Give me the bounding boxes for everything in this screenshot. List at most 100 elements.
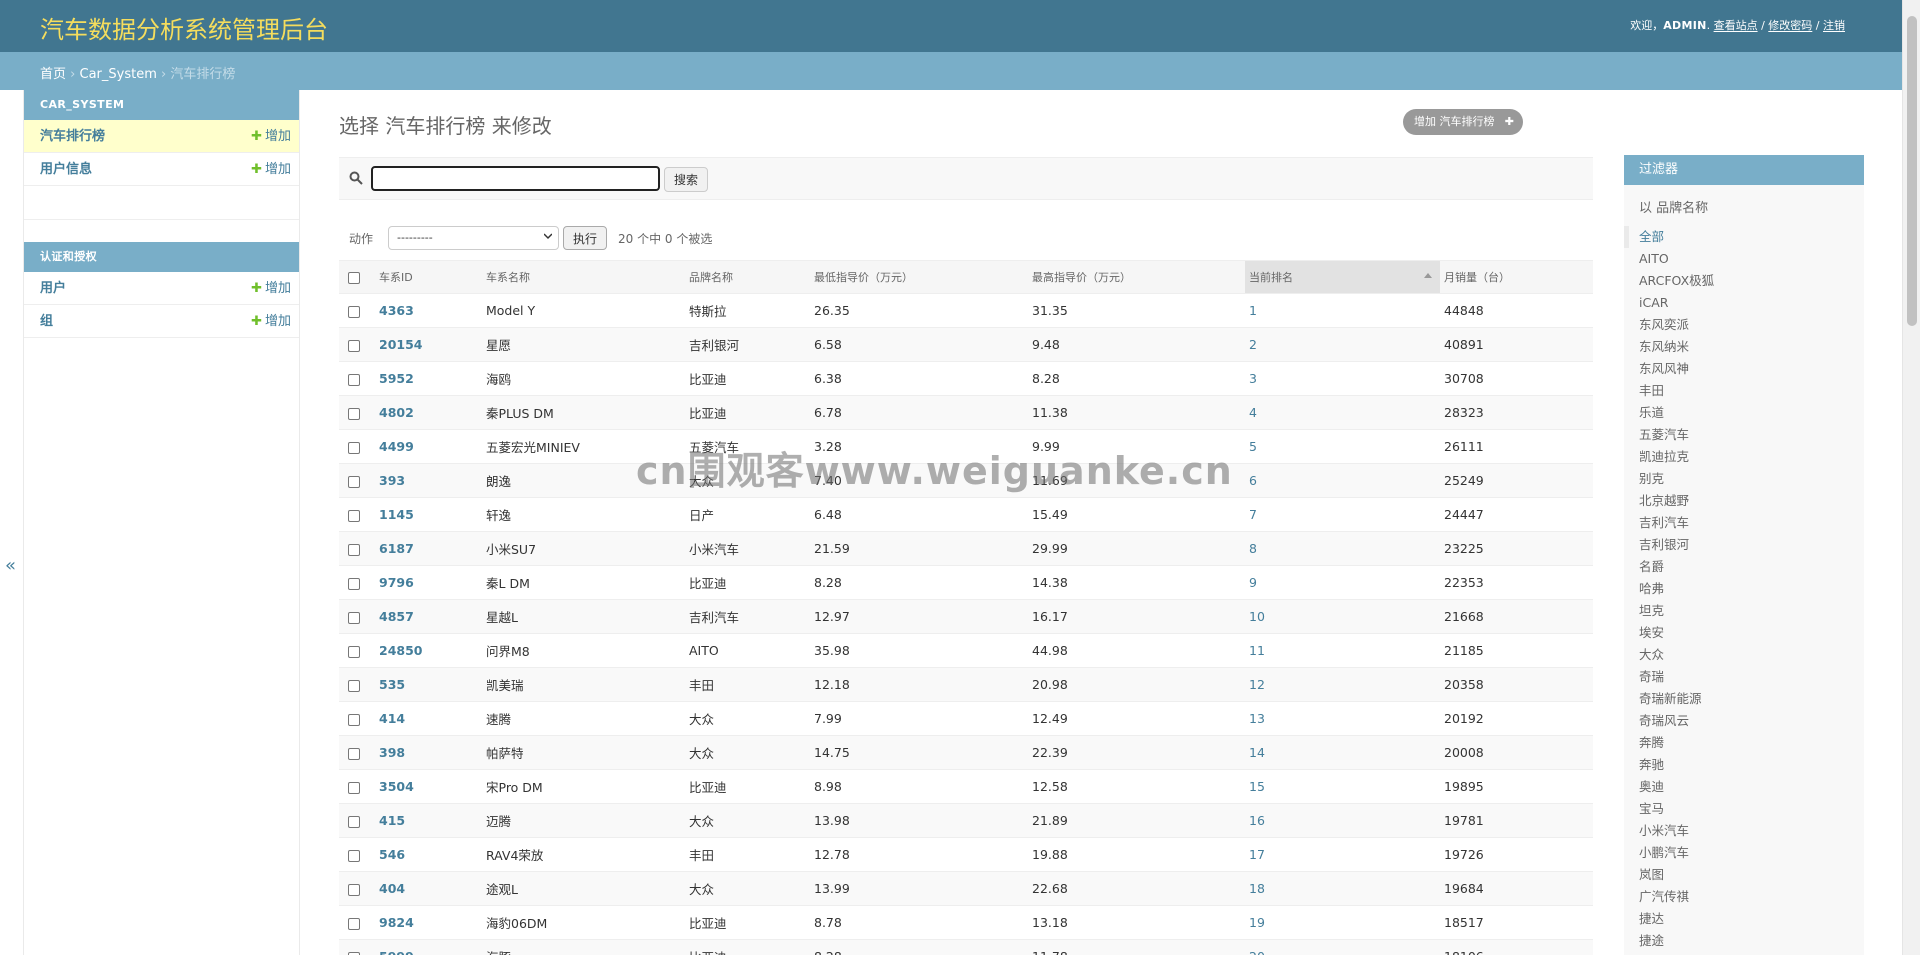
logout-link[interactable]: 注销 xyxy=(1823,19,1845,32)
row-checkbox[interactable] xyxy=(348,407,360,420)
column-header[interactable]: 车系ID xyxy=(375,260,482,294)
series-id-link[interactable]: 9796 xyxy=(379,575,414,590)
row-checkbox[interactable] xyxy=(348,679,360,692)
filter-item[interactable]: 凯迪拉克 xyxy=(1624,446,1864,468)
filter-item[interactable]: 别克 xyxy=(1624,468,1864,490)
add-link[interactable]: ✚ 增加 xyxy=(251,272,291,305)
filter-item[interactable]: 大众 xyxy=(1624,644,1864,666)
row-checkbox[interactable] xyxy=(348,747,360,760)
row-checkbox[interactable] xyxy=(348,781,360,794)
column-header[interactable]: 品牌名称 xyxy=(685,260,810,294)
series-id-link[interactable]: 3504 xyxy=(379,779,414,794)
sidebar-item-label[interactable]: 汽车排行榜 xyxy=(40,129,105,144)
change-password-link[interactable]: 修改密码 xyxy=(1768,19,1812,32)
sidebar-item-user-info[interactable]: 用户信息 ✚ 增加 xyxy=(24,153,299,186)
select-all-checkbox[interactable] xyxy=(348,271,360,284)
scrollbar-thumb[interactable] xyxy=(1907,16,1917,326)
series-id-link[interactable]: 393 xyxy=(379,473,405,488)
sort-ascending-icon[interactable] xyxy=(1424,273,1432,278)
row-checkbox[interactable] xyxy=(348,713,360,726)
filter-item[interactable]: 东风风神 xyxy=(1624,358,1864,380)
filter-item[interactable]: 吉利银河 xyxy=(1624,534,1864,556)
row-checkbox[interactable] xyxy=(348,645,360,658)
module-caption[interactable]: 认证和授权 xyxy=(24,242,299,272)
row-checkbox[interactable] xyxy=(348,441,360,454)
sidebar-item-label[interactable]: 组 xyxy=(40,314,53,329)
page-scrollbar[interactable] xyxy=(1902,0,1920,955)
filter-item[interactable]: 广汽传祺 xyxy=(1624,886,1864,908)
column-header[interactable]: 最高指导价（万元） xyxy=(1028,260,1245,294)
filter-item[interactable]: ARCFOX极狐 xyxy=(1624,270,1864,292)
series-id-link[interactable]: 4802 xyxy=(379,405,414,420)
series-id-link[interactable]: 414 xyxy=(379,711,405,726)
row-checkbox[interactable] xyxy=(348,611,360,624)
filter-item[interactable]: 奥迪 xyxy=(1624,776,1864,798)
add-link[interactable]: ✚ 增加 xyxy=(251,120,291,153)
row-checkbox[interactable] xyxy=(348,339,360,352)
filter-item[interactable]: 宝马 xyxy=(1624,798,1864,820)
series-id-link[interactable]: 404 xyxy=(379,881,405,896)
series-id-link[interactable]: 5952 xyxy=(379,371,414,386)
filter-item[interactable]: 奔腾 xyxy=(1624,732,1864,754)
filter-item[interactable]: iCAR xyxy=(1624,292,1864,314)
filter-item[interactable]: 奇瑞 xyxy=(1624,666,1864,688)
breadcrumb-app[interactable]: Car_System xyxy=(80,67,157,82)
filter-item[interactable]: 奔驰 xyxy=(1624,754,1864,776)
row-checkbox[interactable] xyxy=(348,509,360,522)
series-id-link[interactable]: 1145 xyxy=(379,507,414,522)
sidebar-item-users[interactable]: 用户 ✚ 增加 xyxy=(24,272,299,305)
filter-item[interactable]: 哈弗 xyxy=(1624,578,1864,600)
filter-item[interactable]: 吉利汽车 xyxy=(1624,512,1864,534)
sidebar-item-label[interactable]: 用户信息 xyxy=(40,162,92,177)
sidebar-item-label[interactable]: 用户 xyxy=(40,281,66,296)
row-checkbox[interactable] xyxy=(348,815,360,828)
filter-item[interactable]: 五菱汽车 xyxy=(1624,424,1864,446)
filter-item[interactable]: 奇瑞新能源 xyxy=(1624,688,1864,710)
series-id-link[interactable]: 6187 xyxy=(379,541,414,556)
series-id-link[interactable]: 4499 xyxy=(379,439,414,454)
add-car-ranking-button[interactable]: 增加 汽车排行榜 ✚ xyxy=(1403,109,1523,135)
series-id-link[interactable]: 20154 xyxy=(379,337,423,352)
row-checkbox[interactable] xyxy=(348,849,360,862)
series-id-link[interactable]: 24850 xyxy=(379,643,423,658)
column-header[interactable]: 车系名称 xyxy=(482,260,685,294)
row-checkbox[interactable] xyxy=(348,543,360,556)
run-action-button[interactable]: 执行 xyxy=(563,226,607,250)
filter-item-all[interactable]: 全部 xyxy=(1624,226,1864,248)
site-branding[interactable]: 汽车数据分析系统管理后台 xyxy=(40,10,328,45)
filter-item[interactable]: 东风奕派 xyxy=(1624,314,1864,336)
filter-item[interactable]: 东风纳米 xyxy=(1624,336,1864,358)
filter-item[interactable]: 埃安 xyxy=(1624,622,1864,644)
row-checkbox[interactable] xyxy=(348,373,360,386)
row-checkbox[interactable] xyxy=(348,917,360,930)
breadcrumb-home[interactable]: 首页 xyxy=(40,67,66,82)
module-caption[interactable]: CAR_SYSTEM xyxy=(24,90,299,120)
row-checkbox[interactable] xyxy=(348,577,360,590)
series-id-link[interactable]: 9824 xyxy=(379,915,414,930)
filter-item[interactable]: 乐道 xyxy=(1624,402,1864,424)
filter-item[interactable]: 奇瑞风云 xyxy=(1624,710,1864,732)
action-select[interactable]: --------- xyxy=(388,226,559,250)
filter-item[interactable]: 小米汽车 xyxy=(1624,820,1864,842)
filter-item[interactable]: 岚图 xyxy=(1624,864,1864,886)
toggle-sidebar-button[interactable]: « xyxy=(5,555,16,576)
sidebar-item-groups[interactable]: 组 ✚ 增加 xyxy=(24,305,299,338)
row-checkbox[interactable] xyxy=(348,305,360,318)
filter-item[interactable]: 北京越野 xyxy=(1624,490,1864,512)
row-checkbox[interactable] xyxy=(348,883,360,896)
column-header[interactable]: 月销量（台） xyxy=(1440,260,1593,294)
row-checkbox[interactable] xyxy=(348,475,360,488)
add-link[interactable]: ✚ 增加 xyxy=(251,305,291,338)
row-checkbox[interactable] xyxy=(348,951,360,955)
filter-item[interactable]: 丰田 xyxy=(1624,380,1864,402)
filter-item[interactable]: 坦克 xyxy=(1624,600,1864,622)
series-id-link[interactable]: 535 xyxy=(379,677,405,692)
series-id-link[interactable]: 4363 xyxy=(379,303,414,318)
series-id-link[interactable]: 415 xyxy=(379,813,405,828)
filter-item[interactable]: AITO xyxy=(1624,248,1864,270)
add-link[interactable]: ✚ 增加 xyxy=(251,153,291,186)
filter-item[interactable]: 捷途 xyxy=(1624,930,1864,952)
column-header-sorted[interactable]: 当前排名 xyxy=(1245,260,1440,294)
filter-item[interactable]: 捷达 xyxy=(1624,908,1864,930)
filter-item[interactable]: 名爵 xyxy=(1624,556,1864,578)
